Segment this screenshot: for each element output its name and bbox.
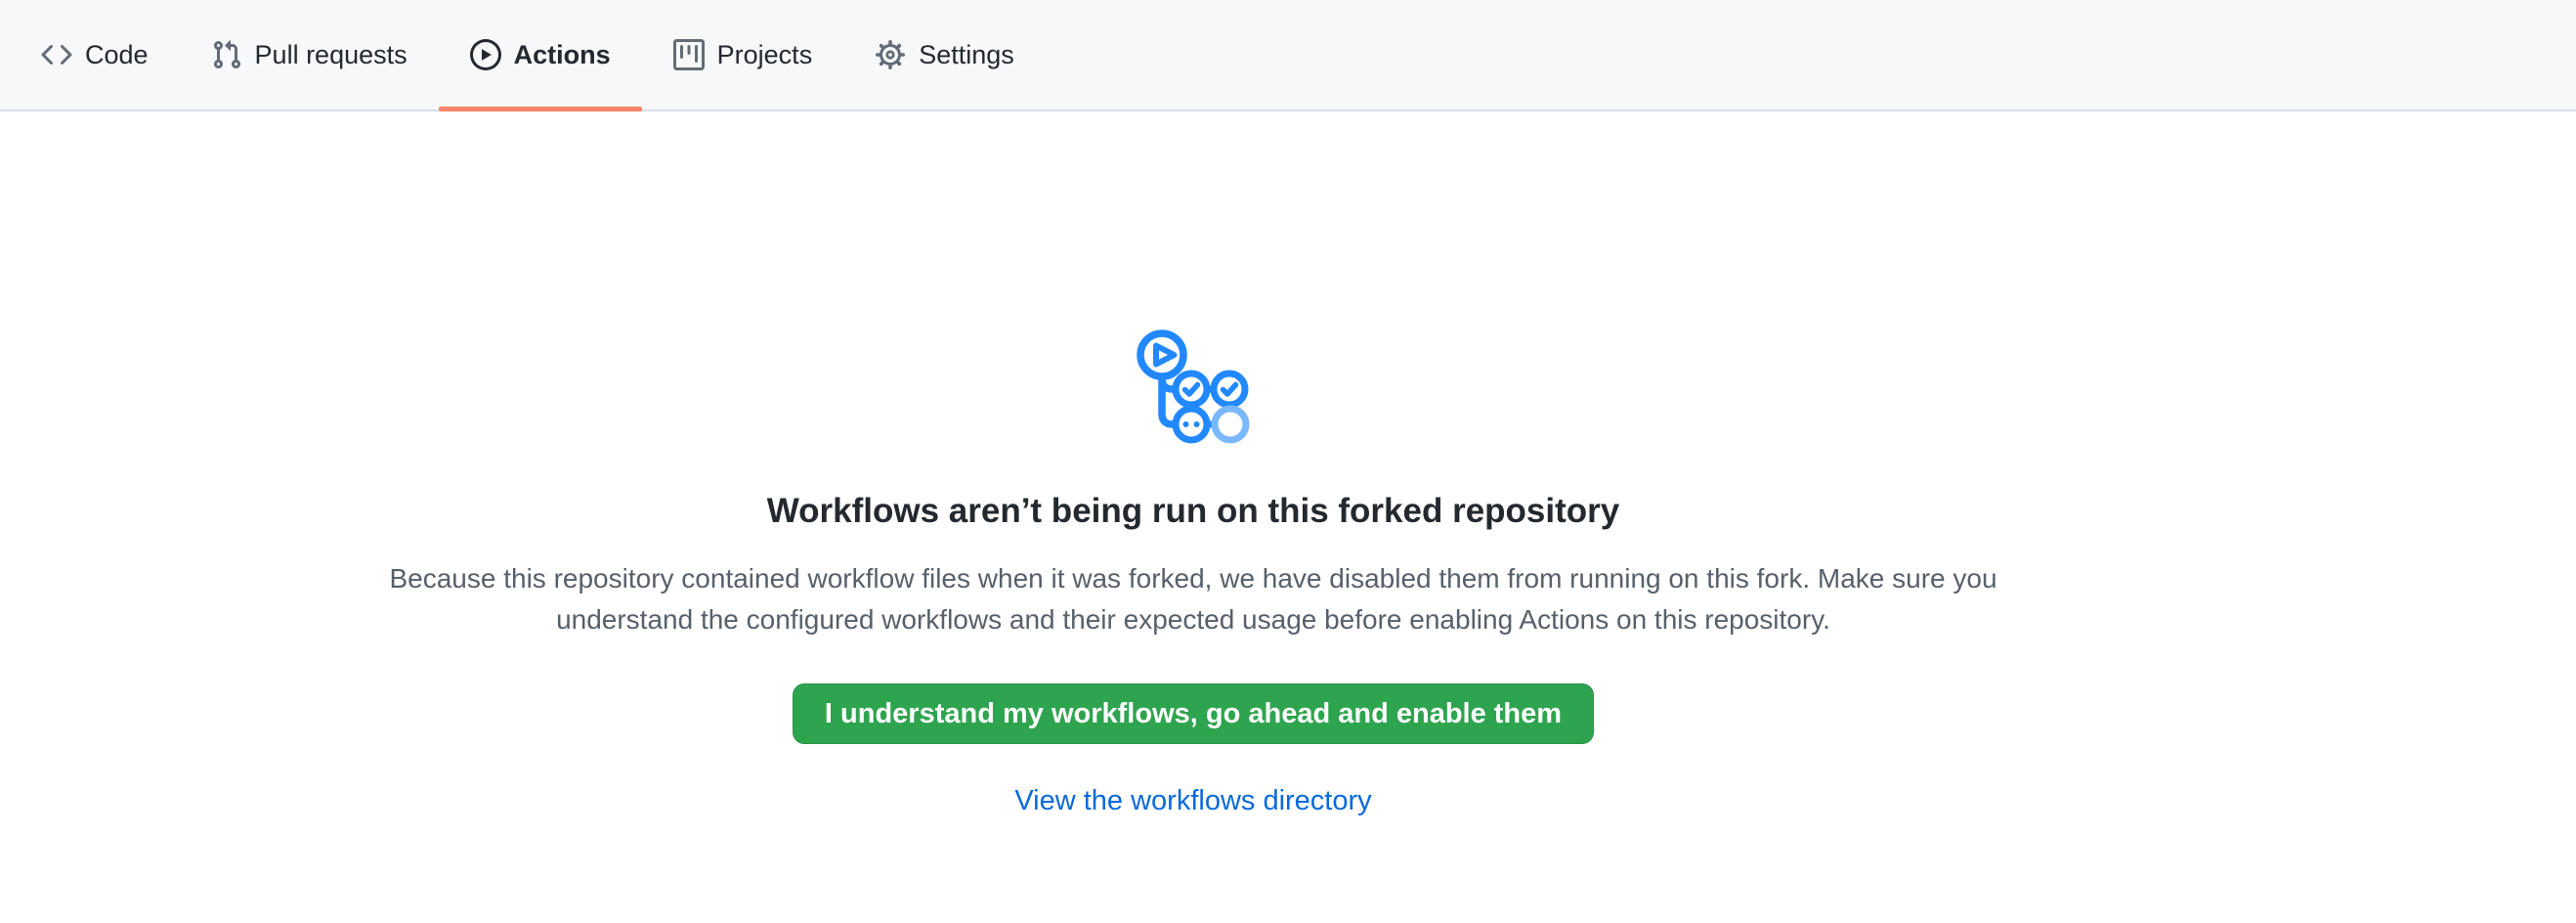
tab-pull-requests[interactable]: Pull requests: [180, 0, 439, 110]
tab-code[interactable]: Code: [10, 0, 180, 110]
view-workflows-directory-link[interactable]: View the workflows directory: [377, 783, 2009, 818]
tab-projects[interactable]: Projects: [642, 0, 844, 110]
page-title: Workflows aren’t being run on this forke…: [377, 490, 2009, 533]
tab-label: Pull requests: [255, 40, 408, 70]
git-pull-request-icon: [211, 39, 242, 70]
tab-label: Code: [85, 40, 149, 70]
tab-label: Actions: [514, 40, 611, 70]
workflow-illustration-icon: [1136, 329, 1251, 449]
tab-label: Settings: [919, 40, 1014, 70]
tab-settings[interactable]: Settings: [843, 0, 1046, 110]
workflows-disabled-blankslate: Workflows aren’t being run on this forke…: [377, 329, 2009, 818]
page-description: Because this repository contained workfl…: [377, 558, 2009, 640]
enable-workflows-button[interactable]: I understand my workflows, go ahead and …: [793, 683, 1594, 744]
code-icon: [41, 39, 72, 70]
project-icon: [673, 39, 705, 70]
gear-icon: [875, 39, 906, 70]
play-circle-icon: [470, 39, 501, 70]
actions-disabled-page: Workflows aren’t being run on this forke…: [0, 329, 2576, 818]
tab-actions[interactable]: Actions: [439, 0, 642, 110]
repo-tab-bar: Code Pull requests Actions Projects: [0, 0, 2576, 111]
tab-label: Projects: [717, 40, 813, 70]
